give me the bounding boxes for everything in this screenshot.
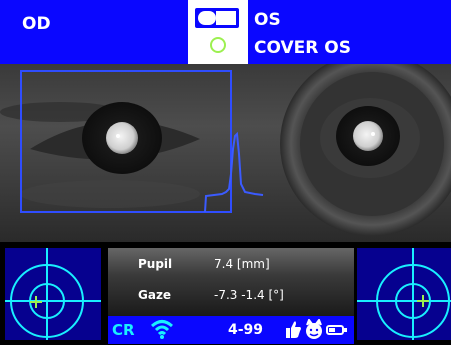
od-eye-image	[0, 102, 200, 208]
pupil-value: 7.4 [mm]	[214, 257, 270, 271]
eye-camera-view	[0, 64, 451, 242]
os-gaze-target	[357, 248, 451, 340]
pupil-label: Pupil	[138, 257, 173, 271]
measurement-counter: 4-99	[228, 322, 264, 338]
intensity-trace	[204, 131, 264, 213]
od-label: OD	[22, 14, 51, 34]
os-eye-image	[280, 64, 451, 236]
wifi-icon	[150, 320, 174, 339]
cover-os-label: COVER OS	[254, 38, 351, 58]
eye-toggle-icon[interactable]	[195, 8, 239, 28]
os-header: OS COVER OS	[248, 0, 451, 64]
status-bar: CR 4-99	[108, 316, 354, 344]
measurement-readout: Pupil 7.4 [mm] Gaze -7.3 -1.4 [°]	[108, 248, 354, 316]
os-label: OS	[254, 10, 281, 30]
mode-label: CR	[112, 321, 135, 339]
od-gaze-target	[5, 248, 101, 340]
battery-icon	[326, 325, 347, 335]
gaze-value: -7.3 -1.4 [°]	[214, 288, 284, 302]
thumbs-up-icon	[286, 321, 301, 338]
os-gaze-marker	[417, 295, 429, 307]
bottom-panel: Pupil 7.4 [mm] Gaze -7.3 -1.4 [°] CR 4-9…	[0, 242, 451, 345]
od-header: OD	[0, 0, 188, 64]
cover-ring-icon	[210, 37, 226, 53]
eye-toggle-panel	[188, 0, 248, 64]
gaze-label: Gaze	[138, 288, 172, 302]
screen: OD OS COVER OS Pupil 7.4 [mm] Gaze -7.3 …	[0, 0, 451, 345]
face-icon	[306, 319, 322, 339]
